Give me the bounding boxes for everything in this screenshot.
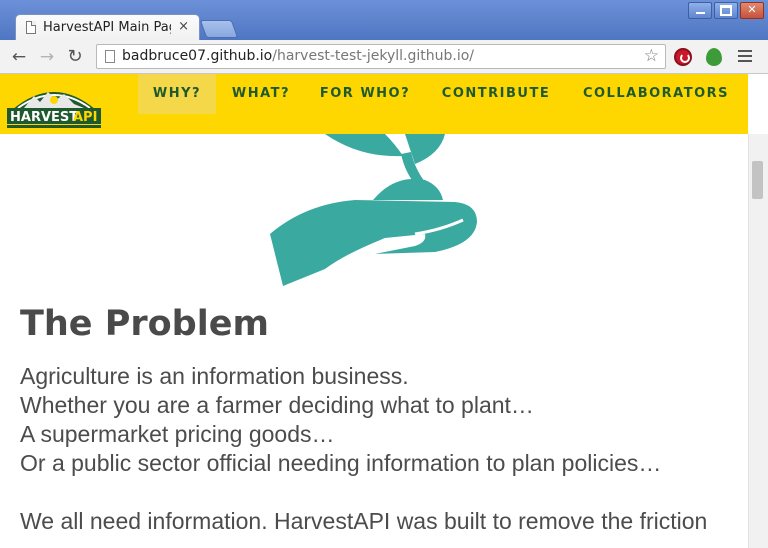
- browser-window: HarvestAPI Main Pag × ✕ ← → ↻ badbruce07…: [0, 0, 768, 548]
- reload-button[interactable]: ↻: [64, 46, 86, 68]
- url-host: badbruce07.github.io: [122, 48, 273, 64]
- page-icon: [105, 50, 115, 63]
- paragraph-line: A supermarket pricing goods…: [20, 421, 335, 447]
- nav-collaborators[interactable]: COLLABORATORS: [570, 74, 742, 114]
- minimize-button[interactable]: [688, 2, 712, 19]
- nav-why[interactable]: WHY?: [138, 74, 216, 114]
- nav-for-who[interactable]: FOR WHO?: [310, 74, 420, 114]
- harvestapi-logo[interactable]: HARVEST API: [4, 78, 104, 131]
- browser-toolbar: ← → ↻ badbruce07.github.io/harvest-test-…: [0, 40, 768, 74]
- close-window-button[interactable]: ✕: [740, 2, 764, 19]
- vertical-scrollbar[interactable]: [748, 134, 768, 548]
- url-text[interactable]: badbruce07.github.io/harvest-test-jekyll…: [122, 48, 474, 64]
- tab-title: HarvestAPI Main Pag: [43, 20, 171, 35]
- page-content: The Problem Agriculture is an informatio…: [0, 134, 748, 548]
- adblock-extension-icon[interactable]: [674, 48, 692, 66]
- maximize-button[interactable]: [714, 2, 738, 19]
- title-bar: HarvestAPI Main Pag × ✕: [0, 0, 768, 40]
- new-tab-button[interactable]: [199, 20, 239, 38]
- back-button[interactable]: ←: [8, 46, 30, 68]
- hand-with-sprout-icon: [270, 134, 477, 286]
- menu-icon[interactable]: [738, 50, 752, 64]
- forward-button[interactable]: →: [36, 46, 58, 68]
- address-bar[interactable]: badbruce07.github.io/harvest-test-jekyll…: [96, 44, 666, 69]
- bookmark-star-icon[interactable]: ☆: [644, 46, 659, 66]
- site-navbar: HARVEST API WHY? WHAT? FOR WHO? CONTRIBU…: [0, 74, 748, 134]
- scrollbar-thumb[interactable]: [752, 161, 763, 199]
- paragraph-line: Whether you are a farmer deciding what t…: [20, 392, 534, 418]
- problem-paragraph: Agriculture is an information business. …: [20, 362, 740, 536]
- page-icon: [26, 21, 36, 34]
- url-path: /harvest-test-jekyll.github.io/: [272, 48, 474, 64]
- paragraph-line: Agriculture is an information business.: [20, 363, 409, 389]
- tab-close-icon[interactable]: ×: [178, 19, 189, 34]
- paragraph-line: Or a public sector official needing info…: [20, 450, 662, 476]
- logo-text-harvest: HARVEST: [10, 110, 78, 125]
- paragraph-line: We all need information. HarvestAPI was …: [20, 508, 708, 534]
- page-viewport: HARVEST API WHY? WHAT? FOR WHO? CONTRIBU…: [0, 74, 768, 548]
- page-heading: The Problem: [20, 304, 269, 344]
- browser-tab[interactable]: HarvestAPI Main Pag ×: [15, 14, 200, 40]
- nav-what[interactable]: WHAT?: [222, 74, 300, 114]
- evernote-extension-icon[interactable]: [706, 48, 722, 66]
- nav-contribute[interactable]: CONTRIBUTE: [432, 74, 560, 114]
- logo-text-api: API: [73, 110, 97, 125]
